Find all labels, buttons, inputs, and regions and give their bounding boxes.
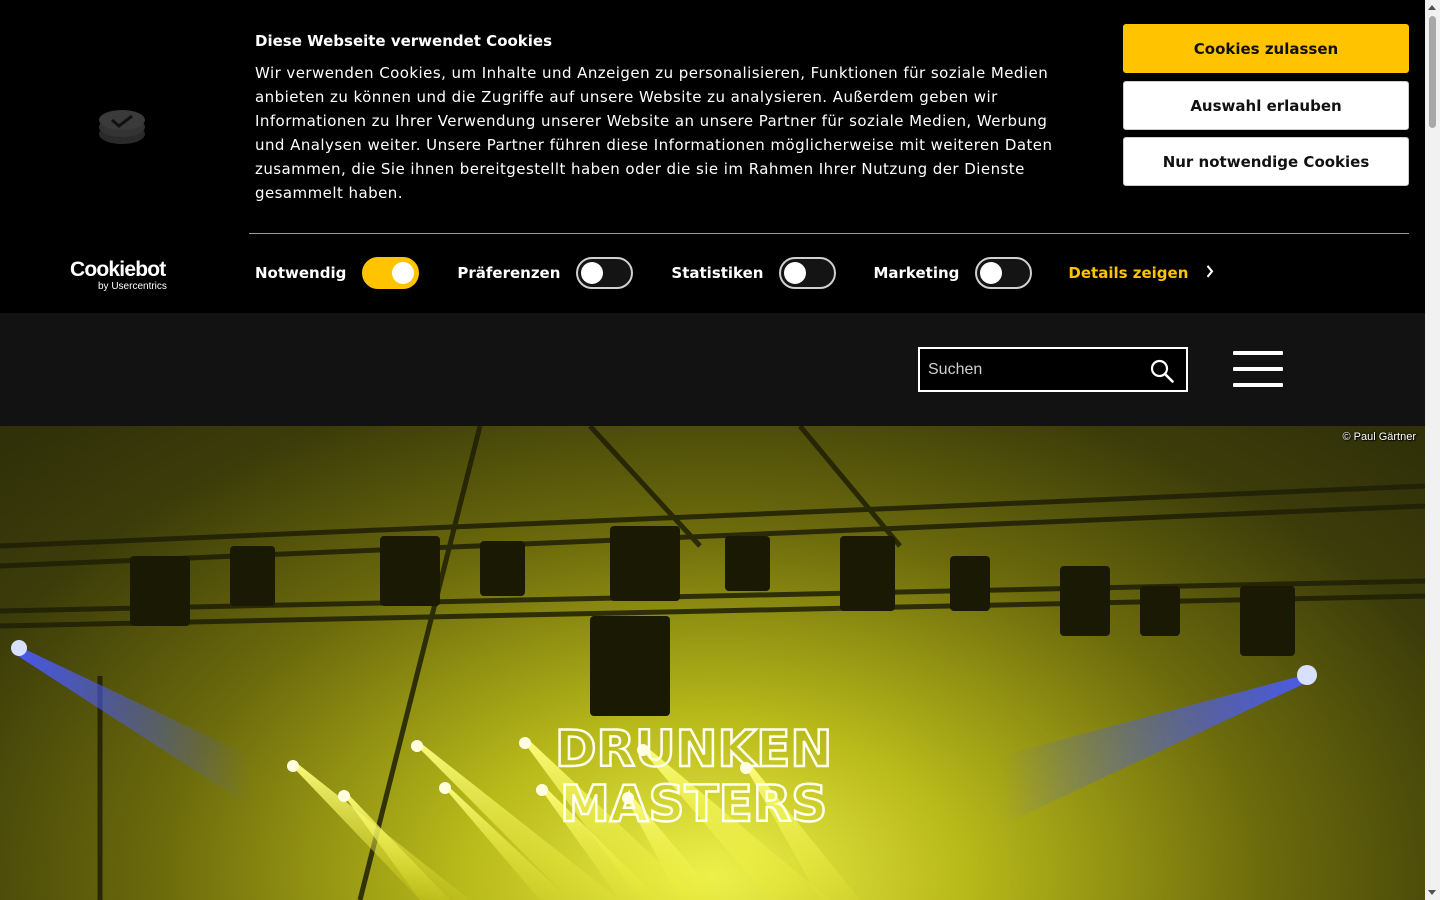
toggle-knob [392,262,415,284]
cookiebot-logo-sub: by Usercentrics [98,281,167,292]
toggle-statistics[interactable] [779,257,837,289]
cookiebot-logo: Cookiebot by Usercentrics [70,258,180,292]
toggle-knob [784,262,807,284]
stage-sign-line2: MASTERS [560,775,827,833]
consent-option-statistics: Statistiken [671,257,837,289]
details-show-link[interactable]: Details zeigen [1068,264,1214,282]
toggle-preferences[interactable] [576,257,634,289]
stage-sign-line1: DRUNKEN [555,720,832,778]
cookiebot-logo-name: Cookiebot [70,258,166,281]
toggle-necessary[interactable] [362,257,420,289]
menu-bar [1233,367,1283,371]
hamburger-menu-icon[interactable] [1233,351,1283,387]
consent-label-statistics: Statistiken [671,264,764,282]
site-logo-icon [99,110,145,144]
consent-options-row: Notwendig Präferenzen Statistiken Market… [255,257,1214,289]
search-icon[interactable] [1150,359,1174,383]
menu-bar [1233,351,1283,355]
hero-image: DRUNKEN MASTERS © Paul Gärtner [0,426,1425,900]
necessary-only-button[interactable]: Nur notwendige Cookies [1123,137,1409,186]
allow-all-cookies-button[interactable]: Cookies zulassen [1123,24,1409,73]
scrollbar-thumb[interactable] [1429,16,1436,128]
scroll-up-arrow-icon[interactable] [1428,5,1436,10]
cookie-banner-text: Wir verwenden Cookies, um Inhalte und An… [255,64,1053,202]
stage-photo: DRUNKEN MASTERS [0,426,1425,900]
consent-option-marketing: Marketing [873,257,1033,289]
consent-label-necessary: Notwendig [255,264,347,282]
chevron-right-icon [1206,263,1214,283]
consent-option-preferences: Präferenzen [457,257,634,289]
toggle-knob [980,262,1003,284]
consent-label-marketing: Marketing [873,264,960,282]
details-show-label: Details zeigen [1068,264,1189,282]
consent-label-preferences: Präferenzen [457,264,561,282]
scroll-down-arrow-icon[interactable] [1428,890,1436,895]
consent-option-necessary: Notwendig [255,257,420,289]
cookie-banner-title: Diese Webseite verwendet Cookies [255,32,553,50]
banner-divider [249,233,1409,234]
toggle-marketing[interactable] [975,257,1033,289]
search-box [918,347,1188,392]
photo-credit: © Paul Gärtner [1342,431,1416,443]
cookie-consent-banner: Cookiebot by Usercentrics Diese Webseite… [0,0,1425,313]
menu-bar [1233,383,1283,387]
page-scrollbar[interactable] [1425,0,1440,900]
allow-selection-button[interactable]: Auswahl erlauben [1123,81,1409,130]
toggle-knob [581,262,604,284]
site-header [0,313,1425,426]
search-input[interactable] [928,349,1138,390]
